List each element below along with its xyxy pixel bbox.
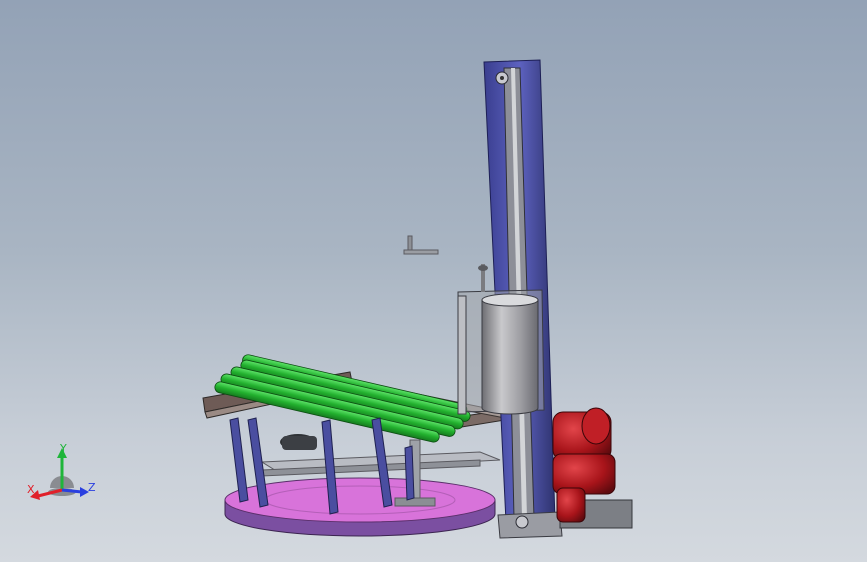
z-axis-label: Z: [88, 481, 96, 494]
stretch-wrapper-3d-model[interactable]: [0, 0, 867, 562]
x-axis-label: X: [27, 483, 35, 496]
conveyor-drive: [280, 434, 317, 450]
turntable-motor[interactable]: [552, 407, 633, 529]
graphics-viewport[interactable]: Y X Z: [0, 0, 867, 562]
y-axis-label: Y: [60, 442, 67, 455]
z-axis-line: [61, 488, 83, 494]
orientation-triad[interactable]: Y X Z: [22, 440, 102, 510]
